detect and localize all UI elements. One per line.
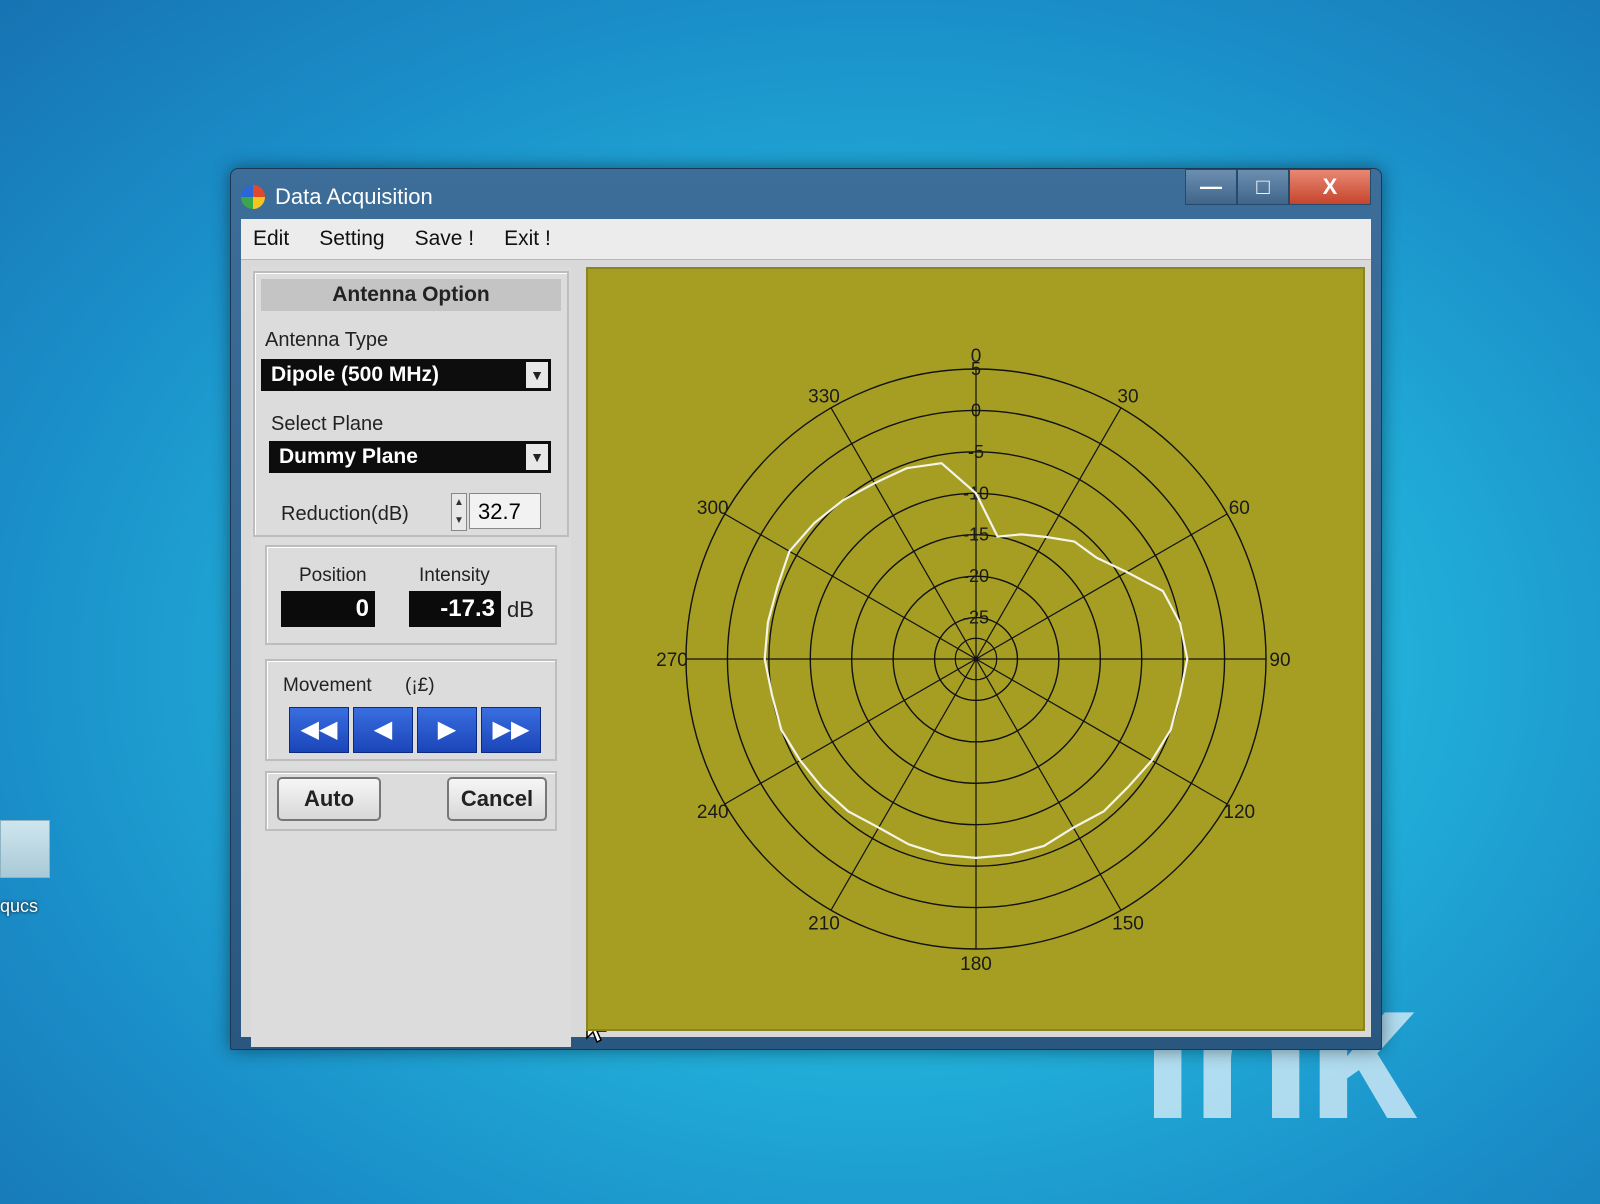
fast-backward-button[interactable]: ◀◀ <box>289 707 349 753</box>
angle-tick-label: 240 <box>697 802 729 823</box>
movement-label: Movement <box>283 675 372 696</box>
angle-tick-label: 180 <box>960 954 992 975</box>
angle-tick-label: 30 <box>1117 387 1138 408</box>
radial-tick-label: -20 <box>963 566 989 586</box>
intensity-readout: -17.3 <box>409 591 501 627</box>
angle-tick-label: 210 <box>808 913 840 934</box>
select-plane-select[interactable]: Dummy Plane ▼ <box>269 441 551 473</box>
left-panel: Antenna Option Antenna Type Dipole (500 … <box>251 267 571 1047</box>
cancel-button[interactable]: Cancel <box>447 777 547 821</box>
reduction-spinner[interactable]: ▲ ▼ <box>451 493 467 531</box>
menu-setting[interactable]: Setting <box>319 227 384 251</box>
reduction-label: Reduction(dB) <box>281 503 409 525</box>
menu-save[interactable]: Save ! <box>415 227 475 251</box>
movement-group: Movement (¡£) ◀◀ ◀ ▶ ▶▶ <box>265 659 557 761</box>
chevron-down-icon[interactable]: ▼ <box>526 444 548 470</box>
antenna-option-title: Antenna Option <box>261 279 561 311</box>
menu-edit[interactable]: Edit <box>253 227 289 251</box>
step-forward-icon: ▶ <box>437 716 457 743</box>
position-readout: 0 <box>281 591 375 627</box>
antenna-type-value: Dipole (500 MHz) <box>271 363 440 386</box>
chevron-down-icon[interactable]: ▼ <box>526 362 548 388</box>
antenna-type-label: Antenna Type <box>265 329 389 351</box>
angle-tick-label: 120 <box>1223 802 1255 823</box>
intensity-unit: dB <box>507 597 534 622</box>
angle-tick-label: 330 <box>808 387 840 408</box>
angle-tick-label: 90 <box>1269 650 1290 671</box>
angle-tick-label: 300 <box>697 498 729 519</box>
menu-exit[interactable]: Exit ! <box>504 227 551 251</box>
angle-tick-label: 270 <box>656 650 688 671</box>
fast-backward-icon: ◀◀ <box>300 716 338 743</box>
menu-bar: Edit Setting Save ! Exit ! <box>241 219 1371 260</box>
data-acquisition-window: Data Acquisition — □ X Edit Setting Save… <box>230 168 1382 1050</box>
step-forward-button[interactable]: ▶ <box>417 707 477 753</box>
angle-tick-label: 60 <box>1229 498 1250 519</box>
antenna-type-select[interactable]: Dipole (500 MHz) ▼ <box>261 359 551 391</box>
polar-plot-panel: 0 30 60 90 120 150 180 210 240 270 300 330 5 0 -5 -10 -1… <box>586 267 1365 1031</box>
radial-tick-label: 5 <box>971 359 981 379</box>
antenna-option-group: Antenna Option Antenna Type Dipole (500 … <box>253 271 569 537</box>
title-bar[interactable]: Data Acquisition — □ X <box>231 169 1381 219</box>
desktop-icon-label: qucs <box>0 896 39 916</box>
radial-tick-label: -25 <box>963 608 989 628</box>
window-title: Data Acquisition <box>275 184 433 209</box>
minimize-button[interactable]: — <box>1185 169 1237 205</box>
fast-forward-button[interactable]: ▶▶ <box>481 707 541 753</box>
position-label: Position <box>299 565 367 586</box>
select-plane-value: Dummy Plane <box>279 445 418 468</box>
desktop-icon-qucs[interactable] <box>0 820 50 878</box>
close-button[interactable]: X <box>1289 169 1371 205</box>
fast-forward-icon: ▶▶ <box>492 716 530 743</box>
radial-tick-label: 0 <box>971 400 981 420</box>
radial-tick-label: -15 <box>963 525 989 545</box>
select-plane-label: Select Plane <box>271 413 384 435</box>
step-backward-icon: ◀ <box>373 716 393 743</box>
intensity-label: Intensity <box>419 565 490 586</box>
app-icon <box>241 185 265 209</box>
angle-tick-label: 150 <box>1112 913 1144 934</box>
readout-group: Position 0 Intensity -17.3 dB <box>265 545 557 645</box>
polar-chart: 030609012015018021024027030033050-5-10-1… <box>656 346 1290 975</box>
auto-button[interactable]: Auto <box>277 777 381 821</box>
movement-extra: (¡£) <box>405 675 435 696</box>
step-backward-button[interactable]: ◀ <box>353 707 413 753</box>
window-client: Edit Setting Save ! Exit ! Antenna Optio… <box>241 219 1371 1047</box>
action-group: Auto Cancel <box>265 771 557 831</box>
reduction-input[interactable]: 32.7 <box>469 493 541 529</box>
maximize-button[interactable]: □ <box>1237 169 1289 205</box>
radial-tick-label: -5 <box>968 442 984 462</box>
